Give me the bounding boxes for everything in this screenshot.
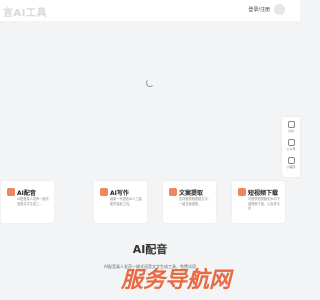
side-rail-item-wechat[interactable]: 公众号 — [282, 139, 300, 151]
site-logo[interactable]: 言AI工具 — [3, 4, 47, 19]
section-title: AI配音 — [132, 243, 168, 256]
text-extract-icon — [169, 188, 177, 196]
card-ai-voice[interactable]: AI配音 AI配音真人发声一键式语音文字生成工… — [1, 181, 54, 223]
side-rail-label: 公众号 — [286, 147, 296, 151]
card-title: AI写作 — [110, 190, 129, 197]
feature-cards: AI配音 AI配音真人发声一键式语音文字生成工… AI写作 最新一代语言AI人工… — [0, 181, 300, 223]
download-icon — [238, 188, 246, 196]
card-video-download[interactable]: 短视频下载 可提供短视频无水印下载视频下载，以及多平台 — [232, 181, 285, 223]
side-rail-item-share[interactable]: 分享 — [282, 121, 300, 133]
card-desc: 可提供短视频无水印下载视频下载，以及多平台 — [248, 197, 280, 210]
loading-spinner-icon — [146, 79, 154, 87]
card-desc: AI配音真人发声一键式语音文字生成工… — [17, 197, 49, 206]
avatar[interactable] — [274, 4, 285, 15]
card-desc: 最新一代语言AI人工智能的智能工具。 — [110, 197, 142, 206]
card-ai-writing[interactable]: AI写作 最新一代语言AI人工智能的智能工具。 — [94, 181, 147, 223]
watermark-logo: 服务导航网 — [121, 268, 232, 293]
card-title: 文案提取 — [179, 190, 204, 197]
login-register-link[interactable]: 登录/注册 — [248, 6, 270, 13]
microphone-icon — [7, 188, 15, 196]
card-text-extract[interactable]: 文案提取 支持音视频提取文字，一键文案提取。 — [163, 181, 216, 223]
card-title: 短视频下载 — [248, 190, 279, 197]
share-icon — [287, 121, 295, 128]
wechat-icon — [287, 139, 295, 146]
miniprogram-icon — [287, 157, 295, 164]
side-rail: 分享 公众号 小程序 — [282, 117, 300, 177]
side-rail-item-miniprogram[interactable]: 小程序 — [282, 157, 300, 169]
side-rail-label: 分享 — [287, 129, 294, 133]
pen-icon — [100, 188, 108, 196]
card-title: AI配音 — [17, 190, 36, 197]
side-rail-label: 小程序 — [286, 165, 296, 169]
card-desc: 支持音视频提取文字，一键文案提取。 — [179, 197, 211, 206]
top-header: 言AI工具 登录/注册 — [0, 0, 300, 21]
